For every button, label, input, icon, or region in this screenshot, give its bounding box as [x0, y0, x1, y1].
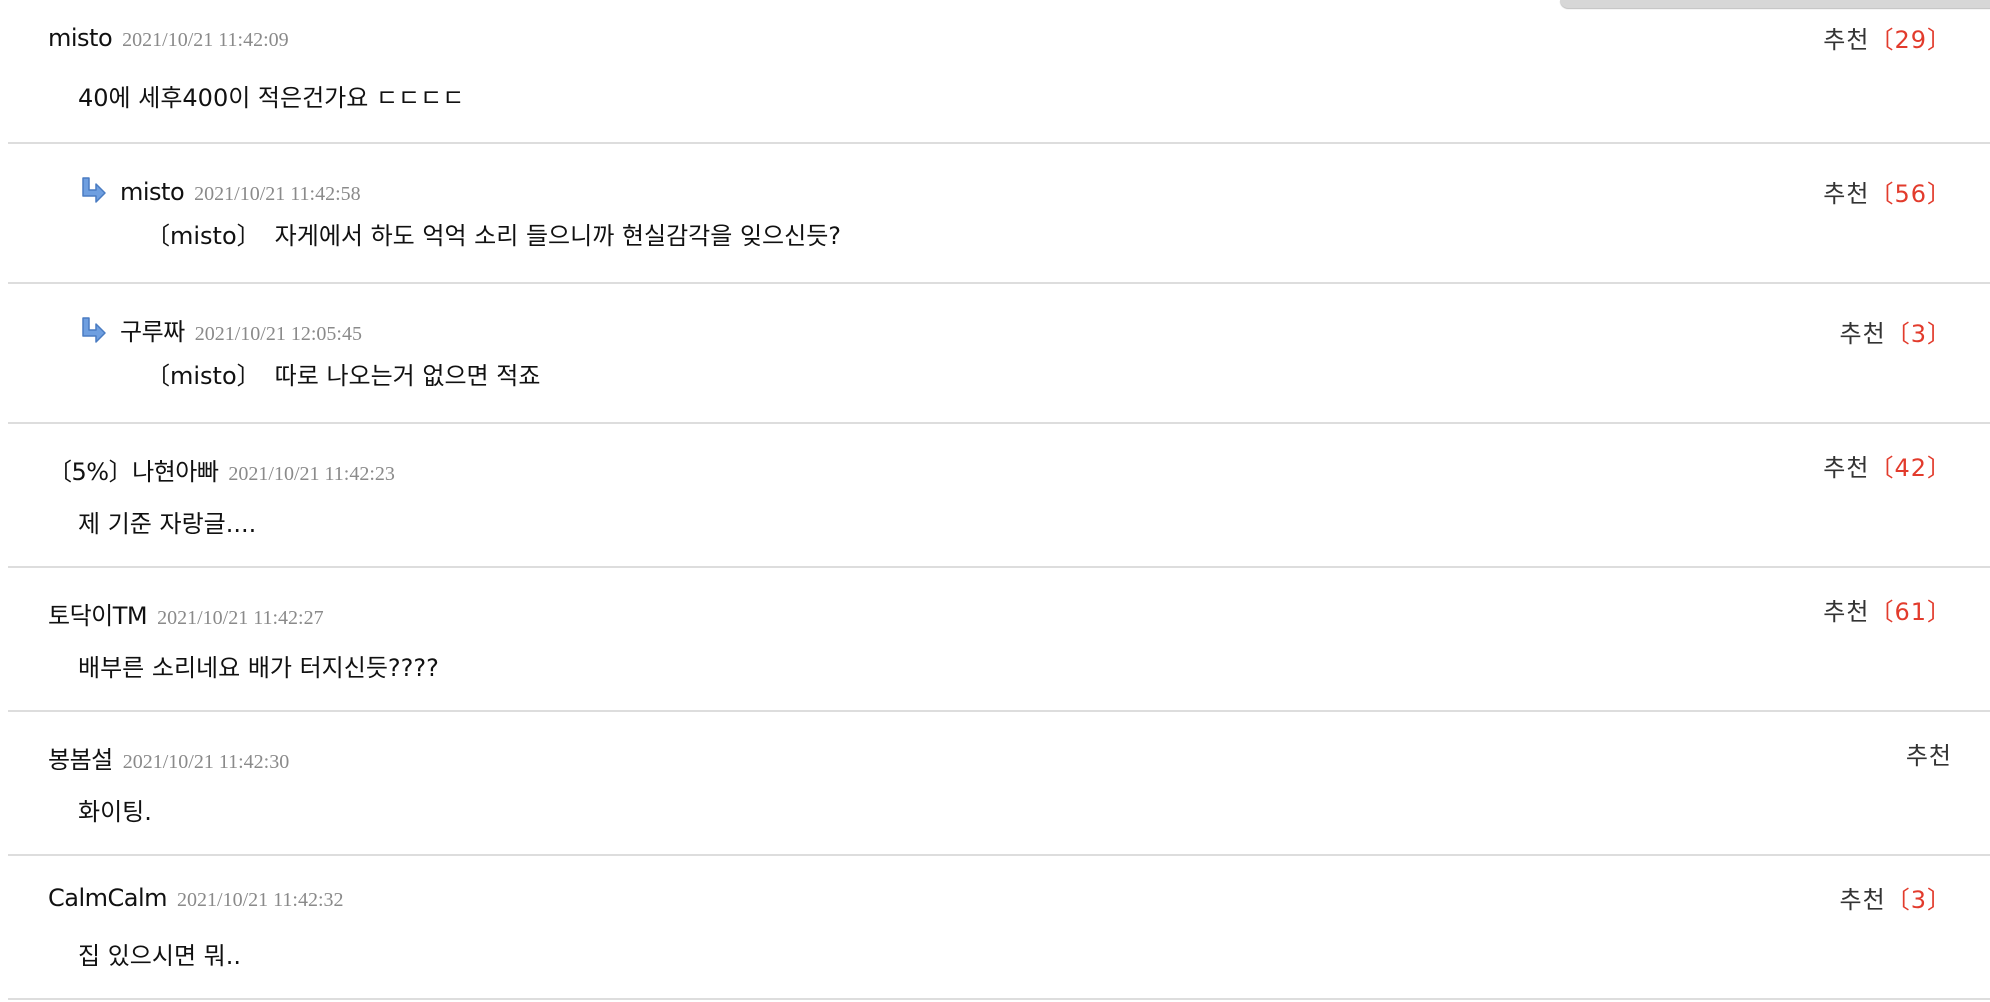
comment-author[interactable]: 봉봄설: [48, 740, 113, 775]
comment-meta: CalmCalm 2021/10/21 11:42:32: [48, 884, 344, 912]
recommend-label: 추천: [1823, 598, 1870, 626]
reply-arrow-icon: [82, 317, 106, 343]
reply-item: misto 2021/10/21 11:42:58 추천〔56〕 〔misto〕…: [8, 144, 1990, 284]
comment-text: 화이팅.: [78, 798, 152, 826]
recommend-button[interactable]: 추천〔61〕: [1823, 592, 1952, 627]
mention-tag: 〔misto〕: [146, 222, 261, 250]
recommend-label: 추천: [1823, 180, 1870, 208]
comment-meta: 〔5%〕나현아빠 2021/10/21 11:42:23: [48, 452, 395, 487]
recommend-button[interactable]: 추천〔29〕: [1823, 20, 1952, 55]
comment-item: 토닥이TM 2021/10/21 11:42:27 추천〔61〕 배부른 소리네…: [8, 568, 1990, 712]
comment-text: 〔misto〕 따로 나오는거 없으면 적죠: [146, 356, 540, 391]
comment-item: 봉봄설 2021/10/21 11:42:30 추천 화이팅.: [8, 712, 1990, 856]
recommend-count: 〔61〕: [1869, 598, 1952, 626]
comment-item: misto 2021/10/21 11:42:09 추천〔29〕 40에 세후4…: [8, 0, 1990, 144]
recommend-count: 〔3〕: [1885, 320, 1952, 348]
reply-arrow-icon: [82, 177, 106, 203]
recommend-label: 추천: [1839, 320, 1886, 348]
comment-date: 2021/10/21 12:05:45: [194, 323, 362, 345]
comment-item: 〔5%〕나현아빠 2021/10/21 11:42:23 추천〔42〕 제 기준…: [8, 424, 1990, 568]
comment-text: 40에 세후400이 적은건가요 ㄷㄷㄷㄷ: [78, 84, 465, 112]
comment-meta: misto 2021/10/21 11:42:09: [48, 24, 289, 52]
recommend-count: 〔3〕: [1885, 886, 1952, 914]
recommend-button[interactable]: 추천〔56〕: [1823, 174, 1952, 209]
recommend-button[interactable]: 추천: [1906, 736, 1952, 771]
recommend-label: 추천: [1905, 742, 1952, 770]
recommend-button[interactable]: 추천〔3〕: [1840, 314, 1952, 349]
comment-meta: misto 2021/10/21 11:42:58: [78, 172, 361, 206]
comment-text: 〔misto〕 자게에서 하도 억억 소리 들으니까 현실감각을 잊으신듯?: [146, 216, 841, 251]
comment-item: CalmCalm 2021/10/21 11:42:32 추천〔3〕 집 있으시…: [8, 856, 1990, 1000]
comment-meta: 구루짜 2021/10/21 12:05:45: [78, 312, 362, 347]
recommend-label: 추천: [1823, 26, 1870, 54]
comment-date: 2021/10/21 11:42:27: [157, 607, 324, 629]
comment-meta: 봉봄설 2021/10/21 11:42:30: [48, 740, 289, 775]
comment-author[interactable]: 토닥이TM: [48, 596, 148, 631]
reply-item: 구루짜 2021/10/21 12:05:45 추천〔3〕 〔misto〕 따로 …: [8, 284, 1990, 424]
comment-date: 2021/10/21 11:42:30: [122, 751, 290, 773]
comment-meta: 토닥이TM 2021/10/21 11:42:27: [48, 596, 324, 631]
comment-text-body: 자게에서 하도 억억 소리 들으니까 현실감각을 잊으신듯?: [274, 222, 842, 250]
comment-text: 배부른 소리네요 배가 터지신듯????: [78, 654, 439, 682]
comment-author[interactable]: CalmCalm: [48, 884, 168, 912]
comment-date: 2021/10/21 11:42:32: [177, 889, 344, 911]
comment-date: 2021/10/21 11:42:58: [194, 183, 361, 205]
recommend-button[interactable]: 추천〔3〕: [1840, 880, 1952, 915]
comment-author[interactable]: misto: [48, 24, 113, 52]
recommend-count: 〔56〕: [1869, 180, 1952, 208]
recommend-button[interactable]: 추천〔42〕: [1823, 448, 1952, 483]
recommend-label: 추천: [1823, 454, 1870, 482]
comment-author[interactable]: misto: [120, 178, 185, 206]
recommend-count: 〔42〕: [1869, 454, 1952, 482]
comment-date: 2021/10/21 11:42:09: [122, 29, 289, 51]
comment-text-body: 따로 나오는거 없으면 적죠: [274, 362, 541, 390]
mention-tag: 〔misto〕: [146, 362, 261, 390]
comment-author[interactable]: 구루짜: [120, 312, 185, 347]
comment-text: 집 있으시면 뭐..: [78, 942, 241, 970]
comment-date: 2021/10/21 11:42:23: [228, 463, 395, 485]
comment-text: 제 기준 자랑글....: [78, 510, 257, 538]
comment-list: misto 2021/10/21 11:42:09 추천〔29〕 40에 세후4…: [8, 0, 1990, 1000]
comment-author[interactable]: 〔5%〕나현아빠: [48, 452, 219, 487]
recommend-count: 〔29〕: [1869, 26, 1952, 54]
recommend-label: 추천: [1839, 886, 1886, 914]
